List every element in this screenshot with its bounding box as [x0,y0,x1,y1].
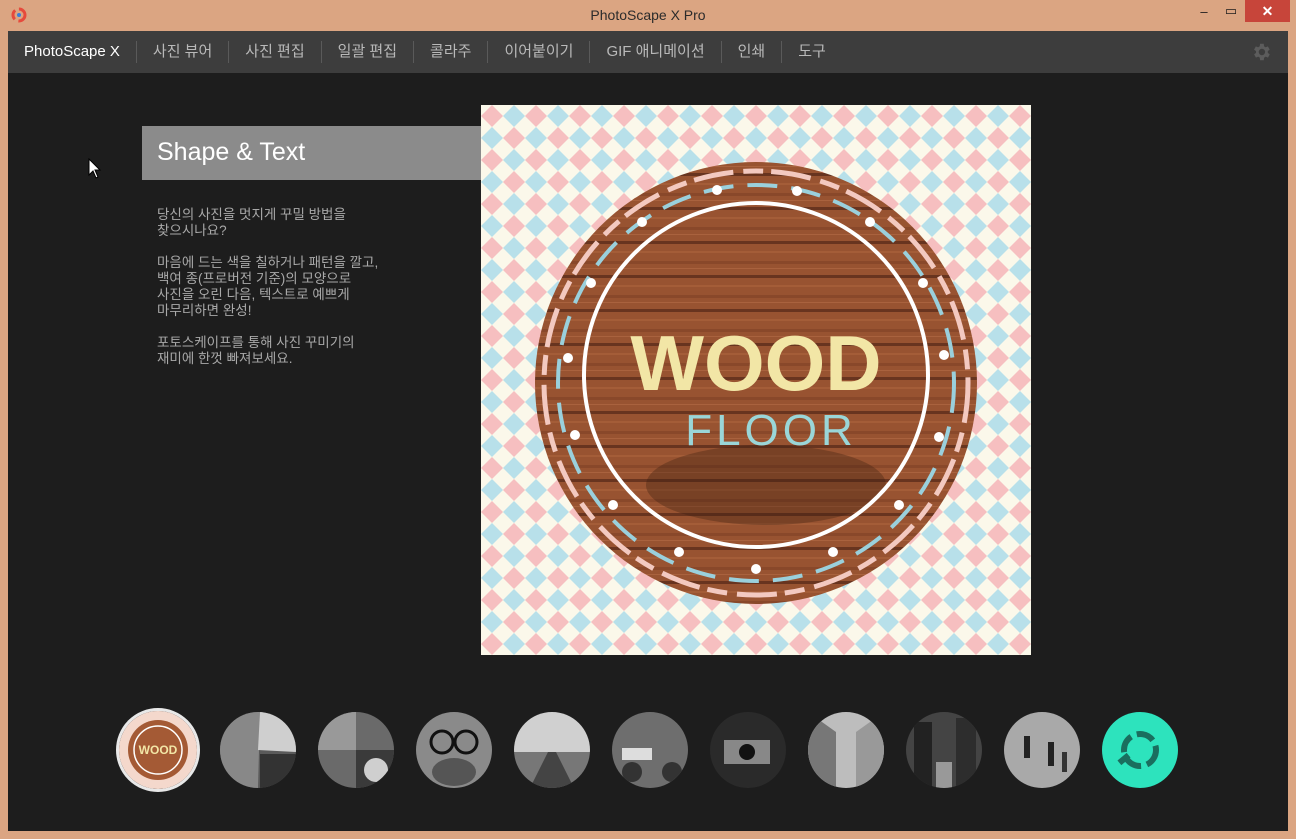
logo-line-2: FLOOR [685,406,857,455]
menu-item-gif[interactable]: GIF 애니메이션 [590,41,720,63]
window-title: PhotoScape X Pro [590,7,706,23]
menu-item-tools[interactable]: 도구 [782,41,842,63]
menu-item-editor[interactable]: 사진 편집 [229,41,320,63]
thumbnail-coffee[interactable] [318,712,394,788]
title-bar[interactable]: PhotoScape X Pro – ▭ ✕ [0,0,1296,31]
description-paragraph: 포토스케이프를 통해 사진 꾸미기의 재미에 한껏 빠져보세요. [157,335,355,366]
feature-title-panel: Shape & Text [142,126,512,180]
preview-image: WOOD FLOOR [481,105,1031,655]
wood-floor-design-image: WOOD FLOOR [481,105,1031,655]
menu-item-viewer[interactable]: 사진 뷰어 [137,41,228,63]
svg-text:WOOD: WOOD [139,743,178,757]
thumbnail-collage[interactable] [220,712,296,788]
menu-item-collage[interactable]: 콜라주 [414,41,487,63]
thumbnail-city[interactable] [906,712,982,788]
menu-item-print[interactable]: 인쇄 [722,41,782,63]
app-window: PhotoScape X Pro – ▭ ✕ PhotoScape X 사진 뷰… [0,0,1296,839]
menu-item-photoscape-x[interactable]: PhotoScape X [8,41,136,63]
menu-item-batch[interactable]: 일괄 편집 [322,41,413,63]
description-paragraph: 마음에 드는 색을 칠하거나 패턴을 깔고, 백여 종(프로버전 기준)의 모양… [157,255,379,318]
close-button[interactable]: ✕ [1245,0,1290,22]
feature-title: Shape & Text [157,138,306,166]
thumbnail-people[interactable] [1004,712,1080,788]
thumbnail-car[interactable] [612,712,688,788]
thumbnail-wood-floor[interactable]: WOOD [116,708,200,792]
thumbnail-camera[interactable] [710,712,786,788]
mouse-cursor-icon [88,158,102,179]
logo-line-1: WOOD [630,319,881,407]
description-paragraph: 당신의 사진을 멋지게 꾸밀 방법을 찾으시나요? [157,207,346,238]
maximize-button[interactable]: ▭ [1217,0,1245,22]
main-content: PhotoScape X 사진 뷰어 사진 편집 일괄 편집 콜라주 이어붙이기… [8,31,1288,831]
main-menu-bar: PhotoScape X 사진 뷰어 사진 편집 일괄 편집 콜라주 이어붙이기… [8,31,1288,73]
sample-thumbnails: WOOD [116,708,1196,792]
feature-description: 당신의 사진을 멋지게 꾸밀 방법을 찾으시나요? 마음에 드는 색을 칠하거나… [157,207,457,383]
menu-item-combine[interactable]: 이어붙이기 [488,41,589,63]
thumbnail-road[interactable] [514,712,590,788]
minimize-button[interactable]: – [1191,0,1217,22]
thumbnail-photoscape-logo[interactable] [1102,712,1178,788]
thumbnail-glasses[interactable] [416,712,492,788]
gear-icon[interactable] [1250,41,1272,63]
thumbnail-street[interactable] [808,712,884,788]
